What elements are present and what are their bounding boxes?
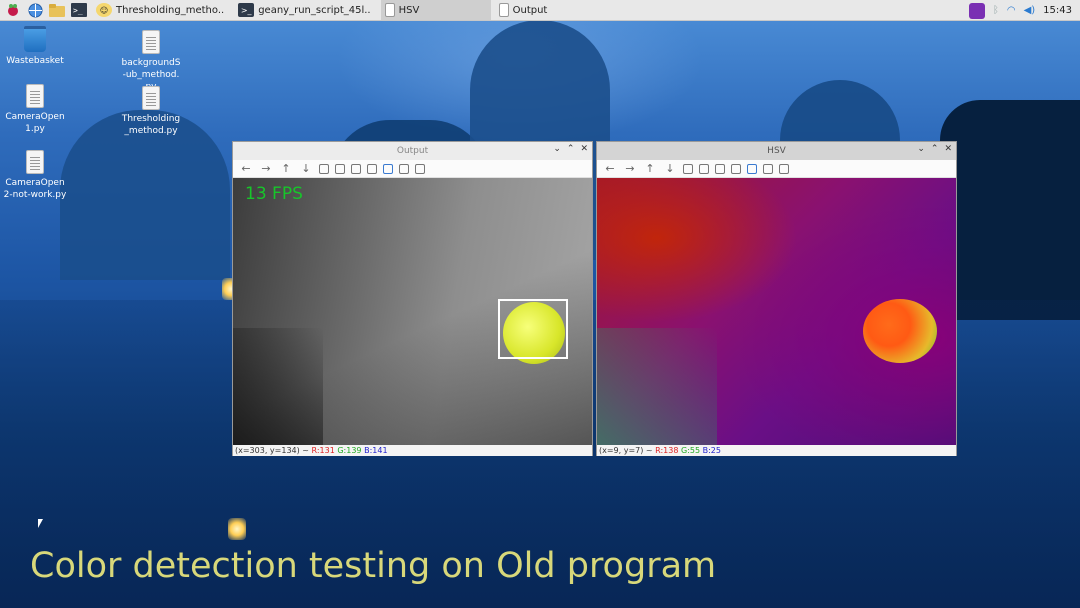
pan-up-icon[interactable]: ↑ bbox=[279, 162, 293, 176]
window-titlebar[interactable]: HSV ⌄ ⌃ ✕ bbox=[597, 142, 956, 160]
status-r: R:138 bbox=[655, 446, 679, 455]
desktop-icon-wastebasket[interactable]: Wastebasket bbox=[0, 26, 75, 67]
window-icon bbox=[498, 3, 509, 17]
window-toolbar: ← → ↑ ↓ bbox=[233, 160, 592, 178]
file-manager-icon[interactable] bbox=[48, 1, 66, 19]
shadow-region bbox=[597, 328, 717, 445]
task-label: Thresholding_metho.. bbox=[116, 4, 225, 16]
status-coords: (x=303, y=134) ~ bbox=[235, 446, 312, 455]
window-titlebar[interactable]: Output ⌄ ⌃ ✕ bbox=[233, 142, 592, 160]
close-icon[interactable]: ✕ bbox=[944, 144, 952, 154]
tennis-ball bbox=[863, 299, 937, 363]
window-title: HSV bbox=[767, 146, 786, 156]
close-icon[interactable]: ✕ bbox=[580, 144, 588, 154]
pan-down-icon[interactable]: ↓ bbox=[663, 162, 677, 176]
file-icon bbox=[142, 30, 160, 54]
status-b: B:141 bbox=[364, 446, 388, 455]
desktop-icon-cameraopen1[interactable]: CameraOpen1.py bbox=[0, 84, 75, 135]
properties-icon[interactable] bbox=[779, 163, 789, 174]
hsv-window: HSV ⌄ ⌃ ✕ ← → ↑ ↓ (x=9, y=7) ~ R:138 G:5… bbox=[596, 141, 957, 456]
detection-bounding-box bbox=[498, 299, 568, 359]
file-icon bbox=[26, 84, 44, 108]
zoom-fit-icon[interactable] bbox=[731, 163, 741, 174]
desktop-icon-label: Wastebasket bbox=[6, 56, 64, 66]
lantern-light bbox=[228, 518, 246, 540]
zoom-in-icon[interactable] bbox=[683, 163, 693, 174]
copy-image-icon[interactable] bbox=[399, 163, 409, 174]
pan-right-icon[interactable]: → bbox=[623, 162, 637, 176]
system-tray: ᛒ ◠ ◀) 15:43 bbox=[968, 0, 1080, 21]
desktop-icon-thresholding[interactable]: Thresholding_method.py bbox=[111, 86, 191, 137]
desktop-icon-label: Thresholding_method.py bbox=[121, 114, 181, 136]
status-b: B:25 bbox=[702, 446, 721, 455]
zoom-fit-icon[interactable] bbox=[367, 163, 377, 174]
pan-left-icon[interactable]: ← bbox=[239, 162, 253, 176]
zoom-in-icon[interactable] bbox=[319, 163, 329, 174]
camera-view-hsv[interactable] bbox=[597, 178, 956, 445]
task-hsv[interactable]: HSV bbox=[380, 0, 491, 20]
svg-text:>_: >_ bbox=[73, 6, 83, 15]
mouse-cursor bbox=[38, 519, 43, 528]
terminal-icon: >_ bbox=[238, 3, 255, 17]
desktop-icon-label: CameraOpen1.py bbox=[5, 112, 65, 134]
minimize-icon[interactable]: ⌄ bbox=[553, 144, 561, 154]
task-label: Output bbox=[512, 4, 548, 16]
zoom-out-icon[interactable] bbox=[335, 163, 345, 174]
properties-icon[interactable] bbox=[415, 163, 425, 174]
copy-image-icon[interactable] bbox=[763, 163, 773, 174]
pixel-status-bar: (x=303, y=134) ~ R:131 G:139 B:141 bbox=[233, 445, 592, 456]
task-thresholding[interactable]: ☺ Thresholding_metho.. bbox=[92, 0, 230, 20]
status-g: G:55 bbox=[681, 446, 701, 455]
desktop-icon-backgroundsub[interactable]: backgroundS-ub_method.py bbox=[111, 30, 191, 93]
task-geany-script[interactable]: >_ geany_run_script_45l.. bbox=[234, 0, 376, 20]
task-output[interactable]: Output bbox=[495, 0, 605, 20]
app-indicator-icon[interactable] bbox=[968, 2, 985, 19]
pixel-status-bar: (x=9, y=7) ~ R:138 G:55 B:25 bbox=[597, 445, 956, 456]
file-icon bbox=[26, 150, 44, 174]
status-r: R:131 bbox=[311, 446, 335, 455]
shadow-region bbox=[233, 328, 323, 445]
save-image-icon[interactable] bbox=[383, 163, 393, 174]
fps-label: 13 FPS bbox=[245, 184, 303, 204]
pan-up-icon[interactable]: ↑ bbox=[643, 162, 657, 176]
pan-right-icon[interactable]: → bbox=[259, 162, 273, 176]
background-mountain bbox=[940, 100, 1080, 320]
zoom-out-icon[interactable] bbox=[699, 163, 709, 174]
zoom-reset-icon[interactable] bbox=[351, 163, 361, 174]
taskbar: >_ ☺ Thresholding_metho.. >_ geany_run_s… bbox=[0, 0, 1080, 21]
window-icon bbox=[384, 3, 395, 17]
desktop-icon-label: CameraOpen2-not-work.py bbox=[3, 178, 67, 200]
window-title: Output bbox=[396, 146, 429, 156]
status-coords: (x=9, y=7) ~ bbox=[599, 446, 656, 455]
trash-icon bbox=[24, 26, 46, 52]
browser-icon[interactable] bbox=[26, 1, 44, 19]
minimize-icon[interactable]: ⌄ bbox=[917, 144, 925, 154]
task-label: HSV bbox=[398, 4, 420, 16]
desktop-icon-cameraopen2[interactable]: CameraOpen2-not-work.py bbox=[0, 150, 75, 201]
volume-icon[interactable]: ◀) bbox=[1024, 5, 1036, 16]
file-icon bbox=[142, 86, 160, 110]
output-window: Output ⌄ ⌃ ✕ ← → ↑ ↓ 13 FPS (x=303, y=13… bbox=[232, 141, 593, 456]
zoom-reset-icon[interactable] bbox=[715, 163, 725, 174]
pan-left-icon[interactable]: ← bbox=[603, 162, 617, 176]
terminal-icon[interactable]: >_ bbox=[70, 1, 88, 19]
status-g: G:139 bbox=[337, 446, 362, 455]
python-icon: ☺ bbox=[96, 3, 112, 17]
bluetooth-icon[interactable]: ᛒ bbox=[993, 5, 999, 16]
maximize-icon[interactable]: ⌃ bbox=[931, 144, 939, 154]
save-image-icon[interactable] bbox=[747, 163, 757, 174]
clock[interactable]: 15:43 bbox=[1043, 5, 1072, 16]
window-toolbar: ← → ↑ ↓ bbox=[597, 160, 956, 178]
task-label: geany_run_script_45l.. bbox=[258, 4, 371, 16]
video-caption: Color detection testing on Old program bbox=[30, 546, 717, 586]
raspberry-menu-icon[interactable] bbox=[4, 1, 22, 19]
wifi-icon[interactable]: ◠ bbox=[1007, 5, 1016, 16]
pan-down-icon[interactable]: ↓ bbox=[299, 162, 313, 176]
camera-view-output[interactable]: 13 FPS bbox=[233, 178, 592, 445]
maximize-icon[interactable]: ⌃ bbox=[567, 144, 575, 154]
